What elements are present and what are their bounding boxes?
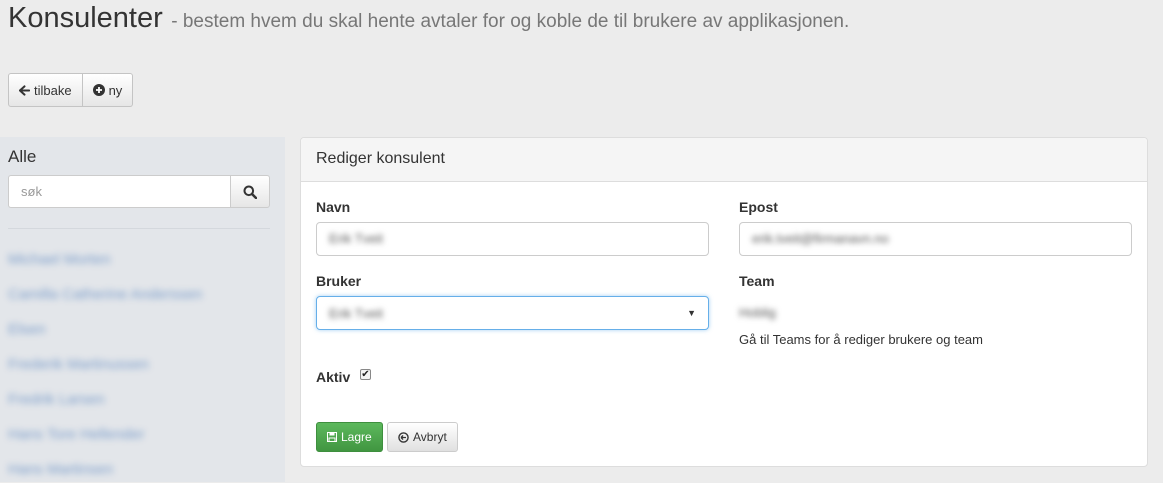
edit-consultant-panel: Rediger konsulent Navn Erik Tveit Epost … — [300, 137, 1148, 467]
panel-title: Rediger konsulent — [301, 138, 1147, 182]
team-help-text: Gå til Teams for å rediger brukere og te… — [739, 332, 983, 347]
chevron-down-icon: ▼ — [687, 308, 696, 318]
email-field[interactable]: erik.tveit@firmanavn.no — [739, 222, 1132, 256]
consultant-list-item[interactable]: Camilla Catherine Anderssen — [8, 282, 238, 308]
name-value: Erik Tveit — [329, 231, 383, 246]
cancel-button-label: Avbryt — [413, 430, 447, 444]
page-header: Konsulenter - bestem hvem du skal hente … — [8, 0, 849, 36]
consultant-list-item[interactable]: Hans Tore Hellender — [8, 422, 238, 448]
arrow-left-icon — [19, 84, 30, 96]
user-label: Bruker — [316, 273, 362, 289]
consultant-list-item[interactable]: Fredrik Larsen — [8, 387, 238, 413]
consultant-list-item[interactable]: Michael Morten — [8, 247, 238, 273]
search-icon — [243, 185, 257, 199]
save-button[interactable]: Lagre — [316, 422, 383, 452]
cancel-button[interactable]: Avbryt — [387, 422, 458, 452]
save-button-label: Lagre — [341, 430, 372, 444]
new-button[interactable]: ny — [82, 73, 134, 107]
consultant-list-item[interactable]: Frederik Martinussen — [8, 352, 238, 378]
search-input[interactable] — [8, 175, 230, 208]
sidebar-divider — [8, 228, 270, 229]
sidebar-heading: Alle — [8, 147, 37, 166]
email-label: Epost — [739, 199, 778, 215]
team-label: Team — [739, 273, 775, 289]
toolbar: tilbake ny — [8, 73, 134, 107]
team-value: Hoblig — [739, 305, 776, 320]
search-button[interactable] — [230, 175, 270, 208]
user-select[interactable]: Erik Tveit ▼ — [316, 296, 709, 330]
consultant-list-item[interactable]: Hans Martinsen — [8, 457, 238, 483]
consultant-list: Michael Morten Camilla Catherine Anderss… — [8, 247, 277, 483]
page-subtitle: - bestem hvem du skal hente avtaler for … — [171, 11, 850, 32]
consultant-list-item[interactable]: Elsen — [8, 317, 238, 343]
back-button-label: tilbake — [34, 82, 72, 98]
name-field[interactable]: Erik Tveit — [316, 222, 709, 256]
user-select-value: Erik Tveit — [329, 305, 383, 321]
email-value: erik.tveit@firmanavn.no — [752, 231, 889, 246]
sidebar: Alle Michael Morten Camilla Catherine An… — [0, 137, 285, 482]
floppy-disk-icon — [327, 432, 337, 442]
name-label: Navn — [316, 199, 351, 215]
checkmark-icon: ✔ — [361, 368, 370, 380]
active-checkbox[interactable]: ✔ — [360, 369, 371, 380]
back-button[interactable]: tilbake — [8, 73, 83, 107]
circle-arrow-left-icon — [398, 431, 409, 443]
new-button-label: ny — [108, 82, 123, 98]
active-label: Aktiv — [316, 369, 351, 385]
plus-circle-icon — [92, 84, 105, 96]
search-group — [8, 175, 270, 208]
page-title: Konsulenter — [8, 2, 163, 34]
